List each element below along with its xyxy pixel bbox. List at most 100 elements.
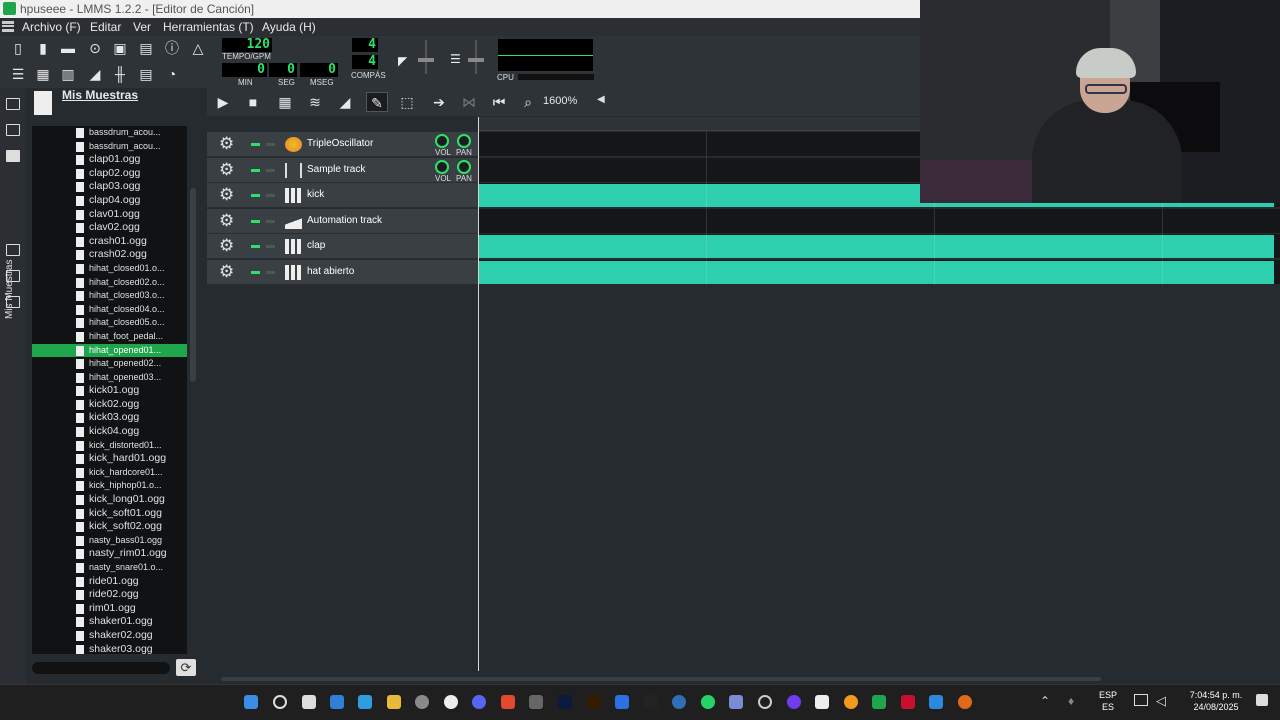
file-item[interactable]: bassdrum_acou... bbox=[32, 126, 187, 140]
file-item[interactable]: clav02.ogg bbox=[32, 221, 187, 235]
tab-mis-muestras[interactable]: Mis Muestras bbox=[4, 258, 22, 320]
horizontal-scrollbar[interactable] bbox=[221, 677, 1101, 681]
solo-button[interactable] bbox=[266, 271, 275, 274]
app-icon-6[interactable] bbox=[844, 695, 858, 709]
input-language[interactable]: ESP ES bbox=[1096, 689, 1120, 713]
my-presets-icon[interactable] bbox=[6, 244, 20, 256]
track-name[interactable]: hat abierto bbox=[307, 266, 354, 277]
app-icon-3[interactable] bbox=[615, 695, 629, 709]
microphone-icon[interactable]: ♦ bbox=[1068, 694, 1074, 708]
track-name[interactable]: clap bbox=[307, 240, 325, 251]
refresh-icon[interactable]: ⟳ bbox=[176, 659, 196, 676]
file-item[interactable]: kick_hiphop01.o... bbox=[32, 479, 187, 493]
track-name[interactable]: kick bbox=[307, 189, 324, 200]
loop-points-icon[interactable]: ⋈ bbox=[458, 92, 480, 112]
fx-mixer-icon[interactable]: ╫ bbox=[110, 64, 130, 84]
file-item[interactable]: crash01.ogg bbox=[32, 235, 187, 249]
master-volume-handle[interactable] bbox=[418, 58, 434, 62]
file-explorer-icon[interactable] bbox=[387, 695, 401, 709]
solo-button[interactable] bbox=[266, 168, 275, 172]
gear-icon[interactable]: ⚙ bbox=[219, 237, 234, 255]
file-item[interactable]: clap01.ogg bbox=[32, 153, 187, 167]
file-item[interactable]: hihat_opened03... bbox=[32, 371, 187, 385]
volume-knob[interactable] bbox=[435, 134, 449, 148]
oscilloscope[interactable] bbox=[497, 38, 594, 72]
volume-knob[interactable] bbox=[435, 159, 449, 174]
track-automation-track[interactable]: ⚙ Automation track bbox=[207, 208, 478, 234]
new-project-icon[interactable]: ▯ bbox=[8, 38, 28, 58]
file-item[interactable]: hihat_closed04.o... bbox=[32, 303, 187, 317]
whats-this-icon[interactable]: ⓘ bbox=[162, 38, 182, 58]
save-project-icon[interactable]: ▣ bbox=[110, 38, 130, 58]
solo-button[interactable] bbox=[266, 245, 275, 249]
export-icon[interactable]: ▤ bbox=[136, 38, 156, 58]
file-item[interactable]: kick01.ogg bbox=[32, 384, 187, 398]
track-tripleoscillator[interactable]: ⚙ TripleOscillator VOL PAN bbox=[207, 132, 478, 157]
pattern-clip[interactable] bbox=[478, 235, 1274, 259]
track-lane[interactable] bbox=[478, 260, 1280, 285]
start-icon[interactable] bbox=[244, 695, 258, 709]
app-icon-2[interactable] bbox=[529, 695, 543, 709]
file-item[interactable]: clap03.ogg bbox=[32, 180, 187, 194]
tray-chevron-icon[interactable]: ⌃ bbox=[1040, 694, 1050, 708]
my-samples-icon[interactable] bbox=[6, 150, 20, 162]
clock[interactable]: 7:04:54 p. m. 24/08/2025 bbox=[1180, 689, 1252, 713]
gear-icon[interactable]: ⚙ bbox=[219, 160, 234, 179]
solo-button[interactable] bbox=[266, 194, 275, 198]
obs-icon[interactable] bbox=[787, 695, 801, 709]
app-icon-1[interactable] bbox=[444, 695, 458, 709]
my-projects-icon[interactable] bbox=[6, 124, 20, 136]
song-editor-icon[interactable]: ☰ bbox=[8, 64, 28, 84]
mute-button[interactable] bbox=[251, 245, 260, 249]
zoom-dropdown-icon[interactable]: ◀ bbox=[597, 94, 605, 105]
pan-knob[interactable] bbox=[457, 159, 471, 174]
mute-button[interactable] bbox=[251, 219, 260, 223]
file-item[interactable]: shaker02.ogg bbox=[32, 629, 187, 643]
tempo-display[interactable]: 120 bbox=[222, 38, 272, 52]
stop-behaviour-icon[interactable]: ⏮ bbox=[488, 92, 510, 112]
search-icon[interactable] bbox=[273, 695, 287, 709]
edit-mode-icon[interactable]: ⬚ bbox=[396, 92, 418, 112]
file-item[interactable]: nasty_rim01.ogg bbox=[32, 547, 187, 561]
gear-icon[interactable]: ⚙ bbox=[219, 263, 234, 281]
master-pitch-slider[interactable] bbox=[475, 40, 477, 74]
file-list[interactable]: bassdrum_acou... bassdrum_acou... clap01.o… bbox=[32, 126, 187, 654]
track-name[interactable]: TripleOscillator bbox=[307, 138, 373, 149]
track-name[interactable]: Automation track bbox=[307, 215, 382, 226]
app-icon-7[interactable] bbox=[929, 695, 943, 709]
project-notes-icon[interactable]: ▤ bbox=[136, 64, 156, 84]
track-clap[interactable]: ⚙ clap bbox=[207, 234, 478, 260]
file-item[interactable]: hihat_closed02.o... bbox=[32, 276, 187, 290]
menu-ayuda[interactable]: Ayuda (H) bbox=[262, 18, 316, 36]
mcafee-icon[interactable] bbox=[901, 695, 915, 709]
file-item[interactable]: kick04.ogg bbox=[32, 425, 187, 439]
file-item[interactable]: hihat_foot_pedal... bbox=[32, 330, 187, 344]
piano-roll-icon[interactable]: ▥ bbox=[58, 64, 78, 84]
track-kick[interactable]: ⚙ kick bbox=[207, 183, 478, 209]
mute-button[interactable] bbox=[251, 194, 260, 198]
menu-archivo[interactable]: Archivo (F) bbox=[22, 18, 81, 36]
track-lane[interactable] bbox=[478, 234, 1280, 260]
photoshop-icon[interactable] bbox=[558, 695, 572, 709]
menu-icon[interactable] bbox=[2, 21, 14, 32]
file-item[interactable]: hihat_closed01.o... bbox=[32, 262, 187, 276]
volume-icon[interactable]: ◁ bbox=[1156, 693, 1166, 709]
app-icon-8[interactable] bbox=[958, 695, 972, 709]
time-sig-numerator[interactable]: 4 bbox=[352, 38, 378, 52]
network-icon[interactable] bbox=[1134, 694, 1148, 706]
game-icon[interactable] bbox=[729, 695, 743, 709]
settings-icon[interactable] bbox=[415, 695, 429, 709]
draw-mode-icon[interactable]: ✎ bbox=[366, 92, 388, 112]
file-item[interactable]: kick_hardcore01... bbox=[32, 466, 187, 480]
file-item[interactable]: nasty_snare01.o... bbox=[32, 561, 187, 575]
file-item[interactable]: crash02.ogg bbox=[32, 248, 187, 262]
menu-herramientas[interactable]: Herramientas (T) bbox=[163, 18, 254, 36]
solo-button[interactable] bbox=[266, 219, 275, 223]
add-beat-track-icon[interactable]: ▦ bbox=[274, 92, 296, 112]
track-name[interactable]: Sample track bbox=[307, 164, 365, 175]
file-item[interactable]: kick03.ogg bbox=[32, 411, 187, 425]
automation-editor-icon[interactable]: ◢ bbox=[85, 64, 105, 84]
illustrator-icon[interactable] bbox=[587, 695, 601, 709]
my-home-icon[interactable] bbox=[6, 270, 20, 282]
whatsapp-icon[interactable] bbox=[701, 695, 715, 709]
